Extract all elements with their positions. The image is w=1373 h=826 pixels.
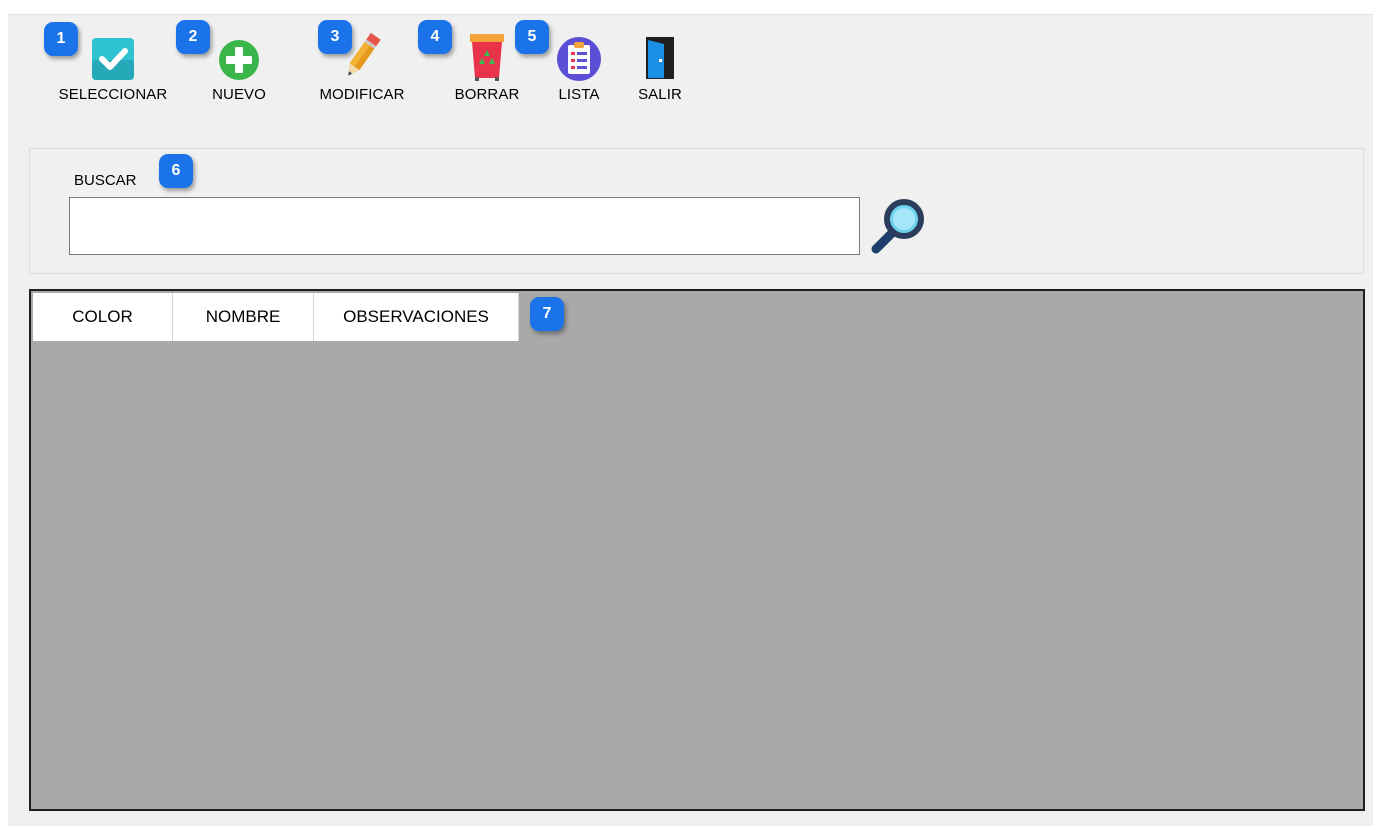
seleccionar-label: SELECCIONAR — [58, 86, 168, 103]
trash-bin-icon — [463, 30, 511, 82]
borrar-label: BORRAR — [454, 86, 520, 103]
search-label: BUSCAR — [74, 172, 137, 189]
column-header-observaciones[interactable]: OBSERVACIONES — [314, 293, 519, 341]
nuevo-label: NUEVO — [212, 86, 266, 103]
callout-badge-6: 6 — [159, 154, 193, 188]
callout-badge-2: 2 — [176, 20, 210, 54]
callout-badge-7: 7 — [530, 297, 564, 331]
search-button[interactable] — [866, 195, 930, 257]
lista-button[interactable]: LISTA — [549, 30, 609, 112]
search-input[interactable] — [69, 197, 860, 255]
nuevo-button[interactable]: NUEVO — [203, 30, 275, 112]
callout-badge-4: 4 — [418, 20, 452, 54]
magnifier-icon — [871, 199, 924, 254]
callout-badge-5: 5 — [515, 20, 549, 54]
column-header-nombre[interactable]: NOMBRE — [173, 293, 314, 341]
exit-door-icon — [636, 30, 684, 82]
checkmark-icon — [89, 30, 137, 82]
callout-badge-3: 3 — [318, 20, 352, 54]
salir-button[interactable]: SALIR — [630, 30, 690, 112]
plus-circle-icon — [215, 30, 263, 82]
data-grid[interactable]: COLOR NOMBRE OBSERVACIONES — [29, 289, 1365, 811]
grid-header: COLOR NOMBRE OBSERVACIONES — [33, 293, 519, 341]
modificar-label: MODIFICAR — [319, 86, 405, 103]
salir-label: SALIR — [638, 86, 682, 103]
clipboard-list-icon — [555, 30, 603, 82]
lista-label: LISTA — [558, 86, 600, 103]
column-header-color[interactable]: COLOR — [33, 293, 173, 341]
callout-badge-1: 1 — [44, 22, 78, 56]
